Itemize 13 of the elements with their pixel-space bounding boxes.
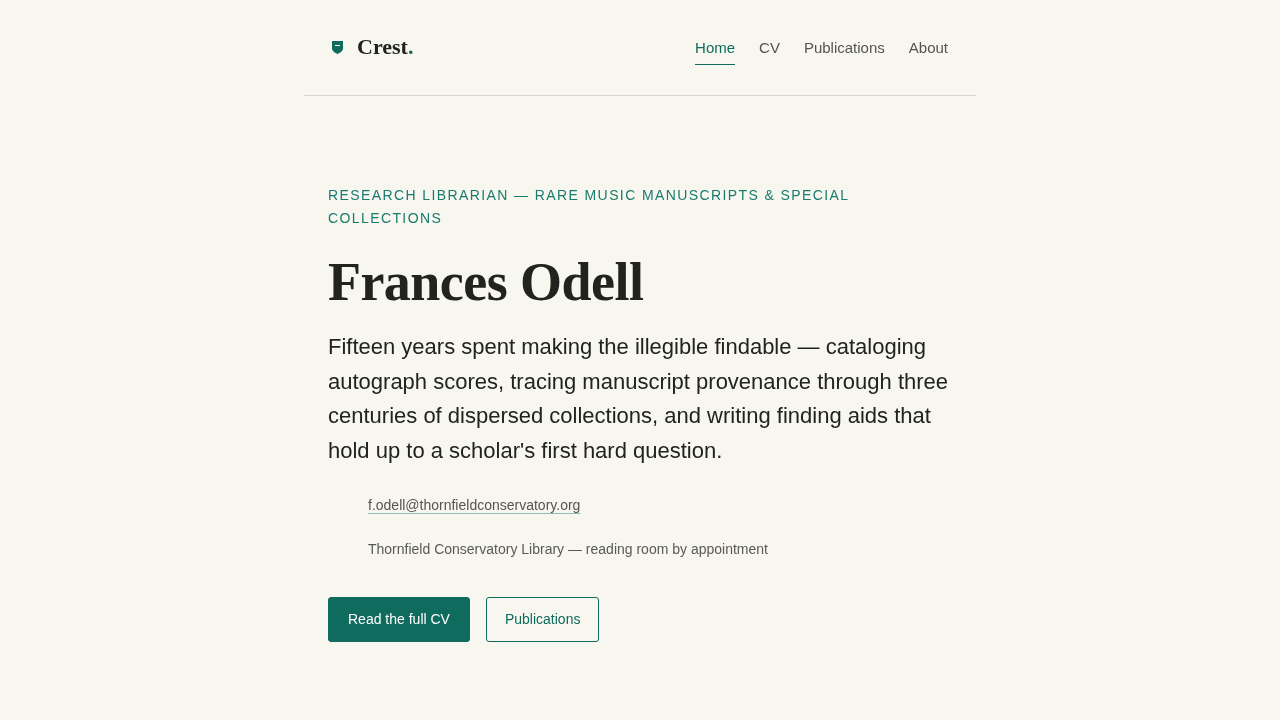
- person-name: Frances Odell: [328, 252, 645, 312]
- email-link[interactable]: f.odell@thornfieldconservatory.org: [368, 496, 581, 514]
- brand-logo[interactable]: Crest.: [357, 35, 414, 58]
- location-text: Thornfield Conservatory Library — reading room by appointment: [368, 540, 768, 558]
- eyebrow-text: RESEARCH LIBRARIAN — RARE MUSIC MANUSCRIPTS & SPECIAL COLLECTIONS: [328, 186, 850, 228]
- publications-button[interactable]: Publications: [485, 597, 600, 642]
- cv-button[interactable]: Read the full CV: [328, 597, 470, 642]
- intro-paragraph: Fifteen years spent making the illegible findable — cataloging autograph scores, tracing manuscript provenance through three centuries of dispersed collections, and writing finding aids that hold up to a scholar's first hard question.: [328, 333, 950, 465]
- nav-link[interactable]: About: [908, 32, 948, 65]
- shield-icon: [332, 41, 343, 54]
- nav-link[interactable]: CV: [759, 32, 780, 65]
- nav-link[interactable]: Publications: [803, 32, 885, 65]
- nav-link[interactable]: Home: [695, 32, 736, 65]
